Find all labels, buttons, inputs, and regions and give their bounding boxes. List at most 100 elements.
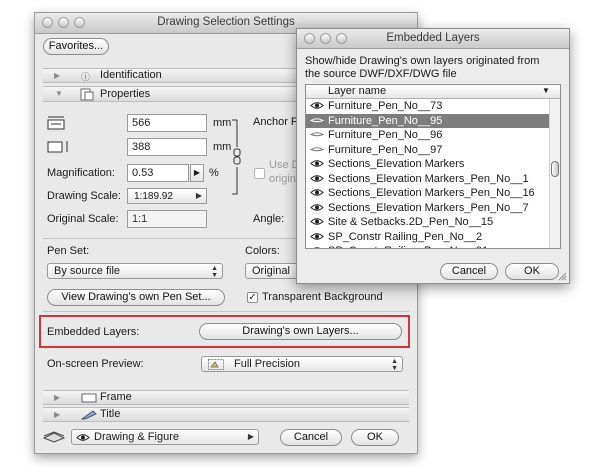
ok-button[interactable]: OK [351, 429, 399, 446]
layer-name: Sections_Elevation Markers [328, 158, 465, 170]
eye-open-icon[interactable] [310, 217, 324, 226]
width-unit: mm [213, 117, 232, 129]
onscreen-preview-popup[interactable]: Full Precision ▲ ▼ [201, 356, 403, 372]
eye-open-icon[interactable] [310, 101, 324, 110]
layer-name: SP_Constr Railing_Pen_No__2 [328, 230, 483, 243]
layer-row[interactable]: Furniture_Pen_No__96 [306, 128, 550, 142]
drawing-scale-label: Drawing Scale: [47, 190, 121, 202]
layer-name: Site & Setbacks.2D_Pen_No__15 [328, 216, 494, 228]
section-frame[interactable]: ▶ Frame [43, 390, 409, 405]
colors-label: Colors: [245, 245, 280, 257]
original-scale-field: 1:1 [127, 210, 207, 228]
layer-row[interactable]: Furniture_Pen_No__95 [306, 113, 550, 128]
drawing-scale-value: 1:189.92 [134, 191, 173, 202]
angle-label: Angle: [253, 213, 285, 225]
section-label: Identification [100, 69, 162, 81]
embedded-cancel-button[interactable]: Cancel [440, 263, 498, 280]
pen-set-value: By source file [54, 265, 121, 277]
layer-name: SP_Constr Railing_Pen_No__91 [328, 244, 488, 248]
chain-link-icon[interactable] [231, 119, 243, 195]
drawing-scale-popup[interactable]: 1:189.92 ▶ [127, 188, 207, 204]
eye-closed-icon[interactable] [310, 130, 324, 139]
eye-open-icon[interactable] [310, 203, 324, 212]
original-scale-label: Original Scale: [47, 213, 119, 225]
pen-set-label: Pen Set: [47, 245, 90, 257]
updown-arrows-icon: ▲ ▼ [211, 265, 218, 279]
transparent-background-checkbox[interactable]: ✓ [247, 292, 258, 303]
layer-row[interactable]: Furniture_Pen_No__73 [306, 99, 550, 113]
layer-name: Furniture_Pen_No__95 [328, 114, 443, 127]
magnification-label: Magnification: [47, 167, 115, 179]
onscreen-preview-label: On-screen Preview: [47, 358, 144, 370]
sort-arrow-icon: ▼ [542, 86, 550, 95]
embedded-ok-button[interactable]: OK [505, 263, 559, 280]
section-label: Frame [100, 391, 132, 403]
layer-name: Furniture_Pen_No__73 [328, 100, 443, 112]
disclosure-triangle-icon[interactable]: ▼ [55, 89, 63, 98]
layer-name: Sections_Elevation Markers_Pen_No__7 [328, 201, 529, 214]
resize-grip-icon[interactable] [557, 271, 567, 281]
eye-closed-icon[interactable] [310, 145, 324, 154]
disclosure-triangle-icon[interactable]: ▶ [54, 410, 60, 419]
layer-row[interactable]: Sections_Elevation Markers_Pen_No__7 [306, 201, 550, 215]
layer-combination-popup[interactable]: Drawing & Figure ▶ [71, 429, 259, 445]
onscreen-preview-value: Full Precision [234, 358, 301, 370]
scroll-thumb[interactable] [551, 161, 559, 177]
layer-list[interactable]: Layer name ▼ Furniture_Pen_No__73 Furnitu… [305, 84, 561, 249]
layer-row[interactable]: SP_Constr Railing_Pen_No__2 [306, 230, 550, 244]
view-pen-set-button[interactable]: View Drawing's own Pen Set... [47, 289, 225, 306]
magnification-field[interactable]: 0.53 [127, 164, 189, 182]
list-header[interactable]: Layer name ▼ [306, 85, 560, 99]
eye-open-icon[interactable] [310, 246, 324, 249]
window-title: Embedded Layers [386, 32, 480, 44]
layer-row[interactable]: SP_Constr Railing_Pen_No__91 [306, 244, 550, 249]
title-icon [81, 410, 97, 420]
layer-row[interactable]: Furniture_Pen_No__97 [306, 143, 550, 157]
list-scrollbar[interactable] [549, 99, 560, 248]
section-label: Properties [100, 88, 151, 100]
updown-arrows-icon: ▲ ▼ [391, 358, 398, 372]
eye-open-icon[interactable] [310, 159, 324, 168]
width-icon [47, 116, 65, 130]
width-field[interactable]: 566 [127, 114, 207, 132]
magnification-popup-arrow-icon[interactable]: ▶ [190, 164, 204, 182]
properties-icon [80, 88, 94, 101]
height-field[interactable]: 388 [127, 138, 207, 156]
eye-icon [76, 434, 90, 441]
layer-combination-value: Drawing & Figure [94, 431, 179, 443]
use-label: Use D [269, 159, 300, 171]
section-title[interactable]: ▶ Title [43, 407, 409, 422]
embedded-layers-window: Embedded Layers Show/hide Drawing's own … [296, 28, 570, 284]
identification-icon: ⓘ [81, 72, 91, 82]
layer-row[interactable]: Sections_Elevation Markers [306, 157, 550, 171]
eye-closed-icon[interactable] [310, 116, 324, 125]
transparent-background-label: Transparent Background [262, 291, 383, 303]
window-title: Drawing Selection Settings [157, 16, 295, 28]
divider [43, 311, 409, 312]
embedded-layers-highlight [39, 315, 410, 348]
layer-name: Furniture_Pen_No__96 [328, 129, 443, 141]
column-header-layer-name: Layer name [328, 85, 387, 97]
anchor-label: Anchor F [253, 116, 298, 128]
eye-open-icon[interactable] [310, 188, 324, 197]
use-origin-checkbox[interactable] [254, 168, 265, 179]
cancel-button[interactable]: Cancel [280, 429, 342, 446]
layer-name: Sections_Elevation Markers_Pen_No__1 [328, 172, 529, 185]
disclosure-triangle-icon[interactable]: ▶ [54, 71, 60, 80]
preview-icon [208, 359, 224, 370]
height-icon [47, 141, 68, 153]
layer-row[interactable]: Site & Setbacks.2D_Pen_No__15 [306, 215, 550, 229]
layer-row[interactable]: Sections_Elevation Markers_Pen_No__16 [306, 186, 550, 200]
pen-set-popup[interactable]: By source file ▲ ▼ [47, 263, 223, 279]
eye-open-icon[interactable] [310, 232, 324, 241]
frame-icon [81, 393, 97, 403]
eye-open-icon[interactable] [310, 174, 324, 183]
description-line-1: Show/hide Drawing's own layers originate… [305, 55, 540, 67]
favorites-button[interactable]: Favorites... [43, 38, 109, 55]
embedded-titlebar[interactable]: Embedded Layers [297, 29, 569, 49]
chevron-right-icon: ▶ [247, 432, 254, 441]
layer-name: Sections_Elevation Markers_Pen_No__16 [328, 187, 535, 199]
disclosure-triangle-icon[interactable]: ▶ [54, 393, 60, 402]
layers-icon [43, 431, 65, 443]
layer-row[interactable]: Sections_Elevation Markers_Pen_No__1 [306, 172, 550, 186]
